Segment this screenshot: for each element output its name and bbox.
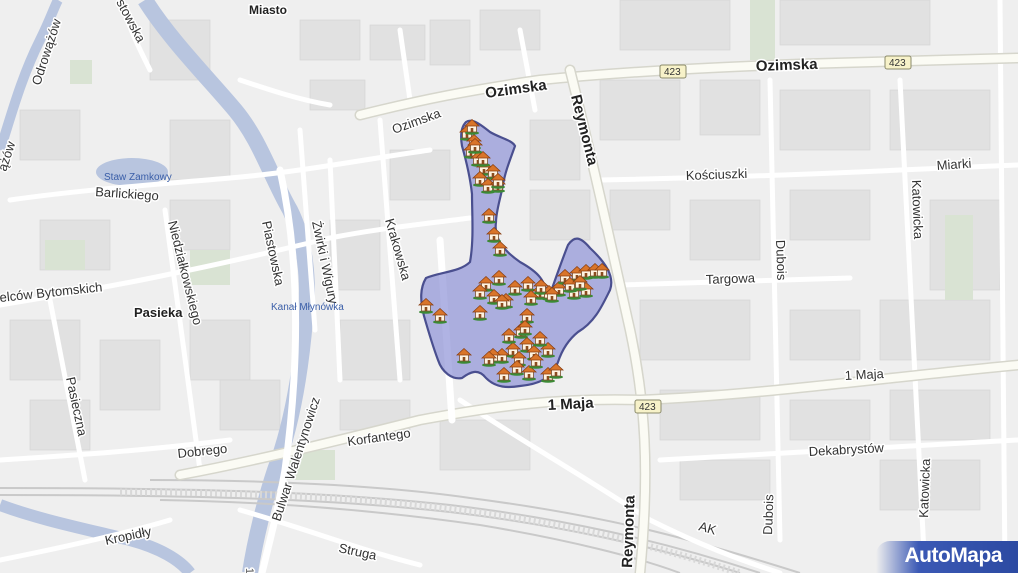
street-label: Miarki [936,156,972,173]
street-label: Reymonta [619,494,639,568]
street-label: Targowa [706,270,756,287]
map-canvas[interactable]: 423 423 423 Ozimska Ozimska Ozimska Reym… [0,0,1018,573]
street-label: Dubois [773,240,789,281]
svg-text:423: 423 [664,67,681,78]
water-label: Staw Zamkowy [104,172,172,183]
svg-text:423: 423 [639,402,656,413]
svg-text:423: 423 [889,58,906,69]
water-label: Kanał Młynówka [271,302,344,313]
route-shield: 423 [634,399,662,414]
street-label: 1 Maja [547,395,594,414]
place-label: Miasto [249,3,287,17]
street-label: Ozimska [756,56,819,75]
street-label: Katowicka [916,458,933,519]
street-label: 1 [243,568,255,573]
street-label: Dubois [760,494,776,535]
route-shield: 423 [659,64,687,79]
street-label: Katowicka [909,180,926,241]
automapa-logo[interactable]: AutoMapa [876,541,1018,573]
street-label: 1 Maja [844,366,885,383]
place-label: Pasieka [134,305,183,320]
route-shield: 423 [884,55,912,70]
logo-text: AutoMapa [904,544,1003,567]
street-label: Kościuszki [686,166,748,183]
